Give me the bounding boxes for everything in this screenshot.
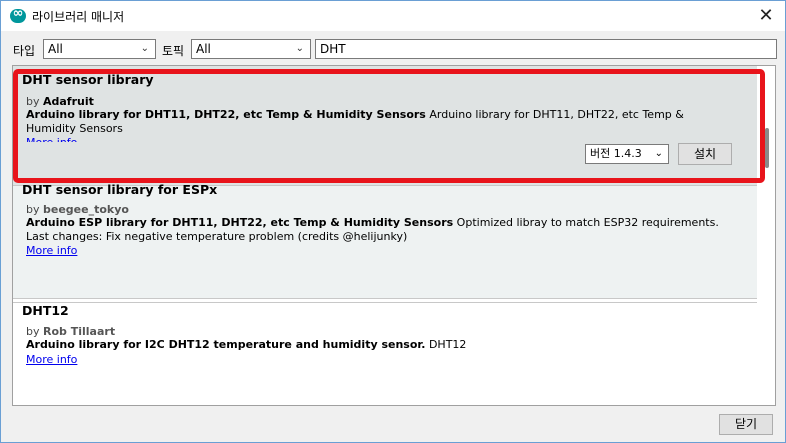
version-select-value: 버전 1.4.3: [590, 147, 642, 160]
more-info-link[interactable]: More info: [26, 136, 77, 142]
more-info-link[interactable]: More info: [26, 353, 77, 366]
chevron-down-icon: ⌄: [295, 43, 304, 54]
library-list: DHT sensor library by Adafruit Arduino l…: [12, 65, 776, 406]
topic-select[interactable]: All ⌄: [191, 39, 311, 59]
topic-label: 토픽: [162, 44, 185, 58]
arduino-logo-icon: [10, 6, 26, 23]
install-button[interactable]: 설치: [678, 143, 732, 165]
library-manager-window: 라이브러리 매니저 ✕ 타입 All ⌄ 토픽 All ⌄ DHT DHT se…: [0, 0, 786, 443]
search-input[interactable]: DHT: [315, 39, 777, 59]
close-button[interactable]: 닫기: [719, 414, 773, 435]
chevron-down-icon: ⌄: [654, 148, 663, 159]
close-icon[interactable]: ✕: [747, 1, 785, 31]
library-author: by beegee_tokyo: [26, 203, 129, 216]
version-select[interactable]: 버전 1.4.3 ⌄: [585, 144, 669, 164]
type-select-value: All: [48, 42, 63, 56]
library-item-dht-sensor[interactable]: DHT sensor library by Adafruit Arduino l…: [13, 66, 757, 186]
library-description: Arduino library for DHT11, DHT22, etc Te…: [26, 108, 684, 135]
library-author: by Rob Tillaart: [26, 325, 116, 338]
library-item-dht12[interactable]: DHT12 by Rob Tillaart Arduino library fo…: [13, 302, 757, 405]
window-title: 라이브러리 매니저: [32, 10, 125, 24]
topic-select-value: All: [196, 42, 211, 56]
chevron-down-icon: ⌄: [140, 43, 149, 54]
library-description: Arduino ESP library for DHT11, DHT22, et…: [26, 216, 719, 243]
title-bar: 라이브러리 매니저 ✕: [1, 1, 785, 31]
library-description: Arduino library for I2C DHT12 temperatur…: [26, 338, 467, 351]
library-name: DHT sensor library for ESPx: [22, 182, 218, 197]
library-author: by Adafruit: [26, 95, 94, 108]
type-select[interactable]: All ⌄: [43, 39, 156, 59]
library-name: DHT12: [22, 303, 69, 318]
library-name: DHT sensor library: [22, 72, 154, 87]
type-label: 타입: [13, 44, 36, 58]
list-scrollbar[interactable]: [765, 128, 769, 168]
more-info-link[interactable]: More info: [26, 244, 77, 257]
library-item-dht-espx[interactable]: DHT sensor library for ESPx by beegee_to…: [13, 182, 757, 299]
